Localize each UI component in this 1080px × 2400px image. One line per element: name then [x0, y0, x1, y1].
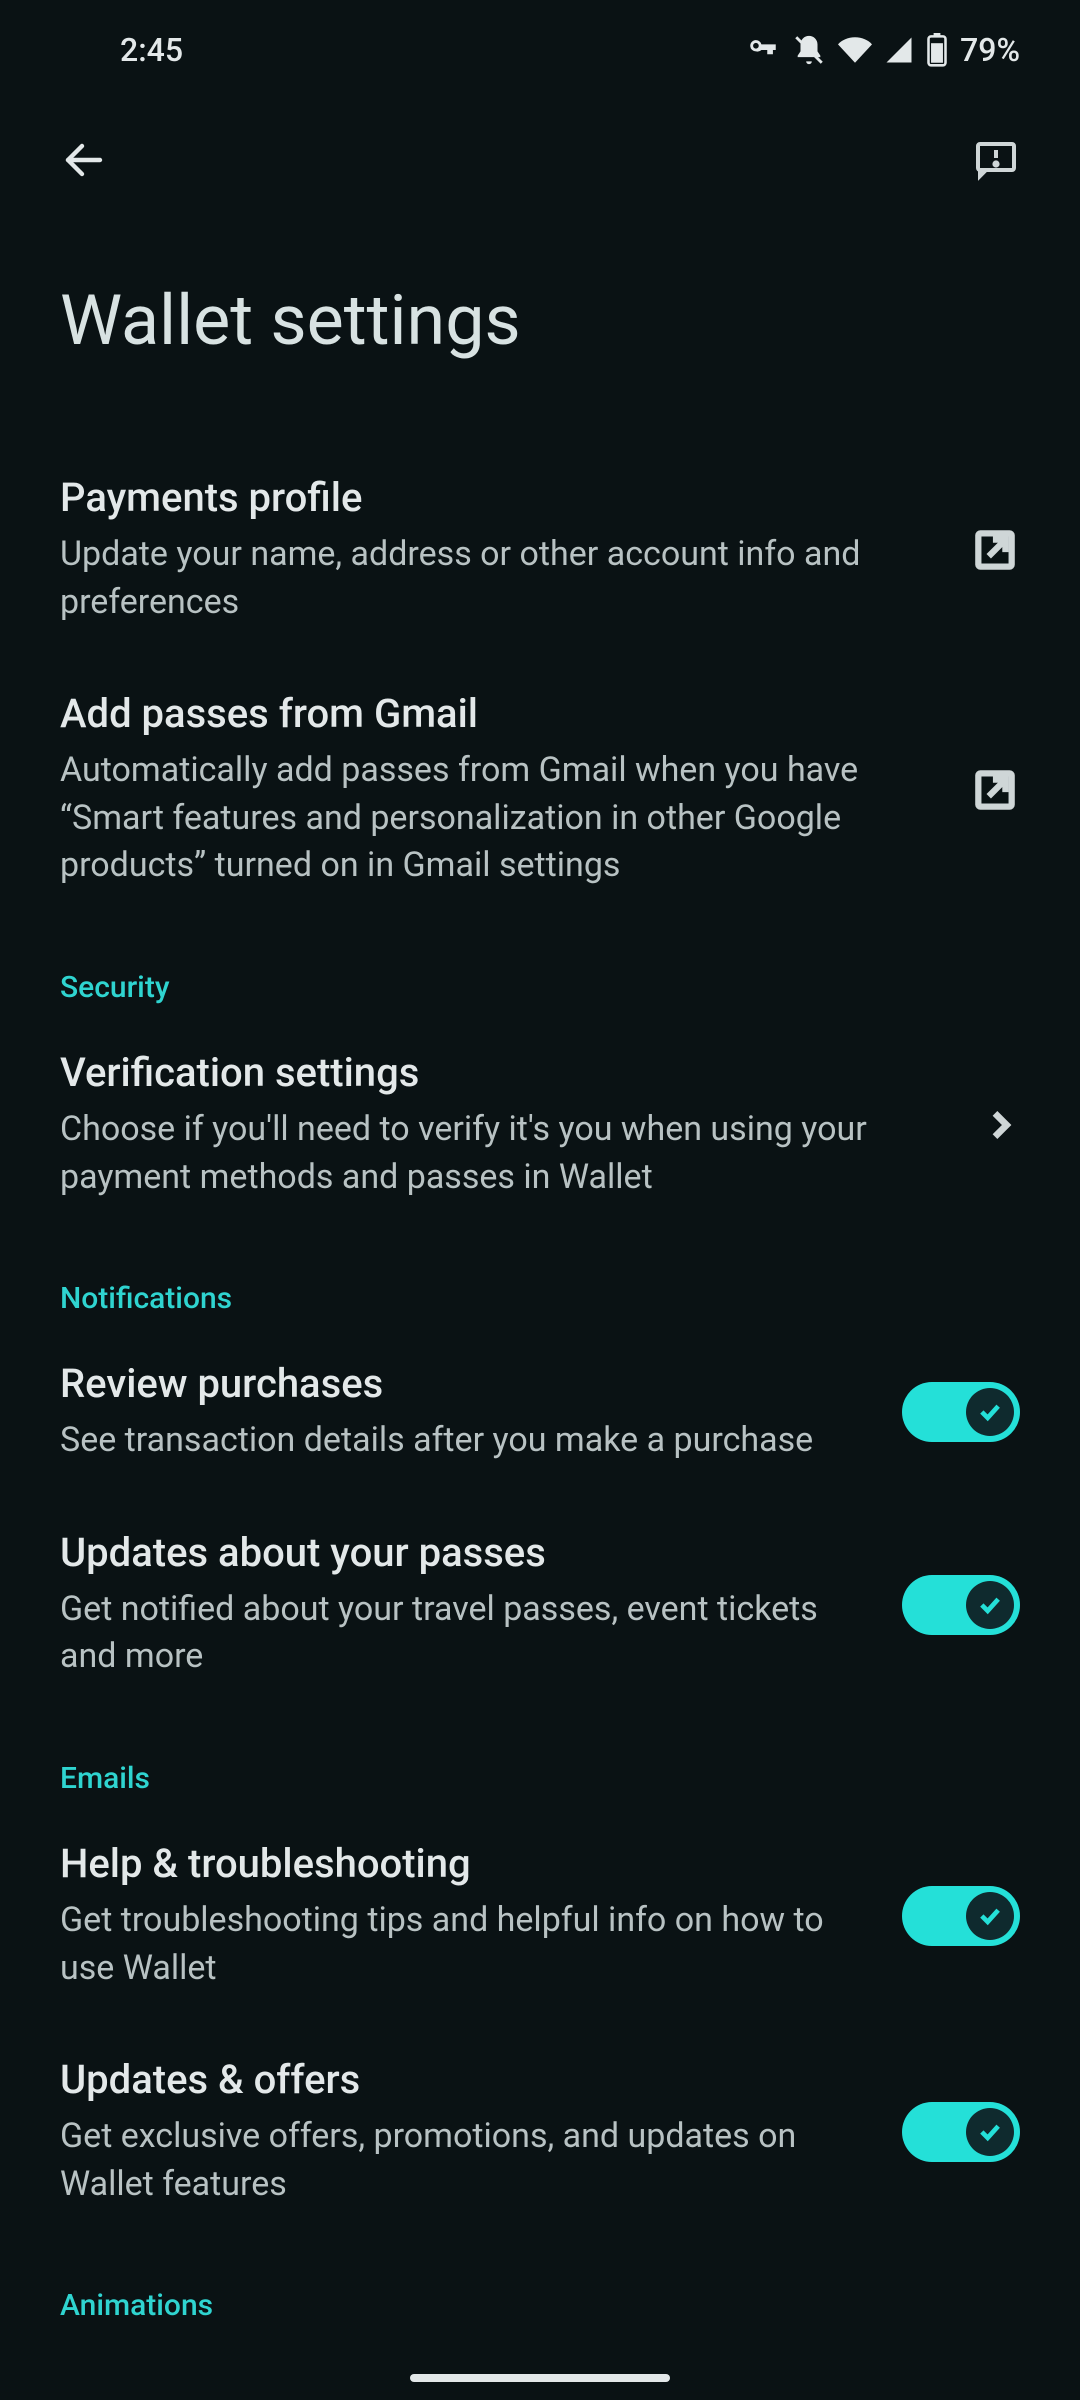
status-right: 79% [746, 31, 1020, 69]
help-troubleshooting-item[interactable]: Help & troubleshooting Get troubleshooti… [60, 1808, 1020, 2024]
payments-profile-item[interactable]: Payments profile Update your name, addre… [60, 442, 1020, 658]
item-subtitle: See transaction details after you make a… [60, 1417, 862, 1465]
item-subtitle: Update your name, address or other accou… [60, 531, 930, 626]
verification-settings-item[interactable]: Verification settings Choose if you'll n… [60, 1017, 1020, 1233]
page-title: Wallet settings [0, 220, 1080, 442]
item-title: Add passes from Gmail [60, 690, 930, 737]
signal-icon [884, 35, 914, 65]
item-title: Updates about your passes [60, 1529, 862, 1576]
item-subtitle: Get notified about your travel passes, e… [60, 1586, 862, 1681]
add-passes-gmail-item[interactable]: Add passes from Gmail Automatically add … [60, 658, 1020, 922]
check-icon [976, 1902, 1004, 1930]
arrow-left-icon [60, 136, 108, 184]
item-title: Payments profile [60, 474, 930, 521]
section-security: Security [60, 922, 1020, 1017]
vpn-key-icon [746, 33, 780, 67]
chevron-right-icon [980, 1105, 1020, 1145]
check-icon [976, 1591, 1004, 1619]
check-icon [976, 2118, 1004, 2146]
item-text: Help & troubleshooting Get troubleshooti… [60, 1840, 862, 1992]
back-button[interactable] [48, 124, 120, 196]
external-link-icon [970, 765, 1020, 815]
item-text: Review purchases See transaction details… [60, 1360, 862, 1465]
item-text: Payments profile Update your name, addre… [60, 474, 930, 626]
updates-offers-item[interactable]: Updates & offers Get exclusive offers, p… [60, 2024, 1020, 2240]
settings-list: Payments profile Update your name, addre… [0, 442, 1080, 2335]
toggle-thumb [966, 1388, 1014, 1436]
section-emails: Emails [60, 1713, 1020, 1808]
review-purchases-toggle[interactable] [902, 1382, 1020, 1442]
check-icon [976, 1398, 1004, 1426]
item-subtitle: Choose if you'll need to verify it's you… [60, 1106, 940, 1201]
status-time: 2:45 [120, 31, 183, 69]
status-bar: 2:45 79% [0, 0, 1080, 100]
updates-passes-item[interactable]: Updates about your passes Get notified a… [60, 1497, 1020, 1713]
external-link-icon [970, 525, 1020, 575]
item-subtitle: Get troubleshooting tips and helpful inf… [60, 1897, 862, 1992]
wifi-icon [838, 33, 872, 67]
updates-offers-toggle[interactable] [902, 2102, 1020, 2162]
toggle-thumb [966, 1581, 1014, 1629]
section-notifications: Notifications [60, 1233, 1020, 1328]
battery-icon [926, 33, 948, 67]
nav-handle[interactable] [410, 2374, 670, 2382]
mute-icon [792, 33, 826, 67]
item-text: Verification settings Choose if you'll n… [60, 1049, 940, 1201]
toggle-thumb [966, 1892, 1014, 1940]
item-title: Updates & offers [60, 2056, 862, 2103]
feedback-icon [972, 136, 1020, 184]
help-troubleshooting-toggle[interactable] [902, 1886, 1020, 1946]
battery-percent: 79% [960, 31, 1020, 69]
item-subtitle: Automatically add passes from Gmail when… [60, 747, 930, 890]
item-title: Review purchases [60, 1360, 862, 1407]
item-text: Updates about your passes Get notified a… [60, 1529, 862, 1681]
item-text: Add passes from Gmail Automatically add … [60, 690, 930, 890]
item-text: Updates & offers Get exclusive offers, p… [60, 2056, 862, 2208]
item-title: Verification settings [60, 1049, 940, 1096]
app-bar [0, 100, 1080, 220]
section-animations: Animations [60, 2240, 1020, 2335]
updates-passes-toggle[interactable] [902, 1575, 1020, 1635]
review-purchases-item[interactable]: Review purchases See transaction details… [60, 1328, 1020, 1497]
toggle-thumb [966, 2108, 1014, 2156]
feedback-button[interactable] [960, 124, 1032, 196]
item-subtitle: Get exclusive offers, promotions, and up… [60, 2113, 862, 2208]
item-title: Help & troubleshooting [60, 1840, 862, 1887]
